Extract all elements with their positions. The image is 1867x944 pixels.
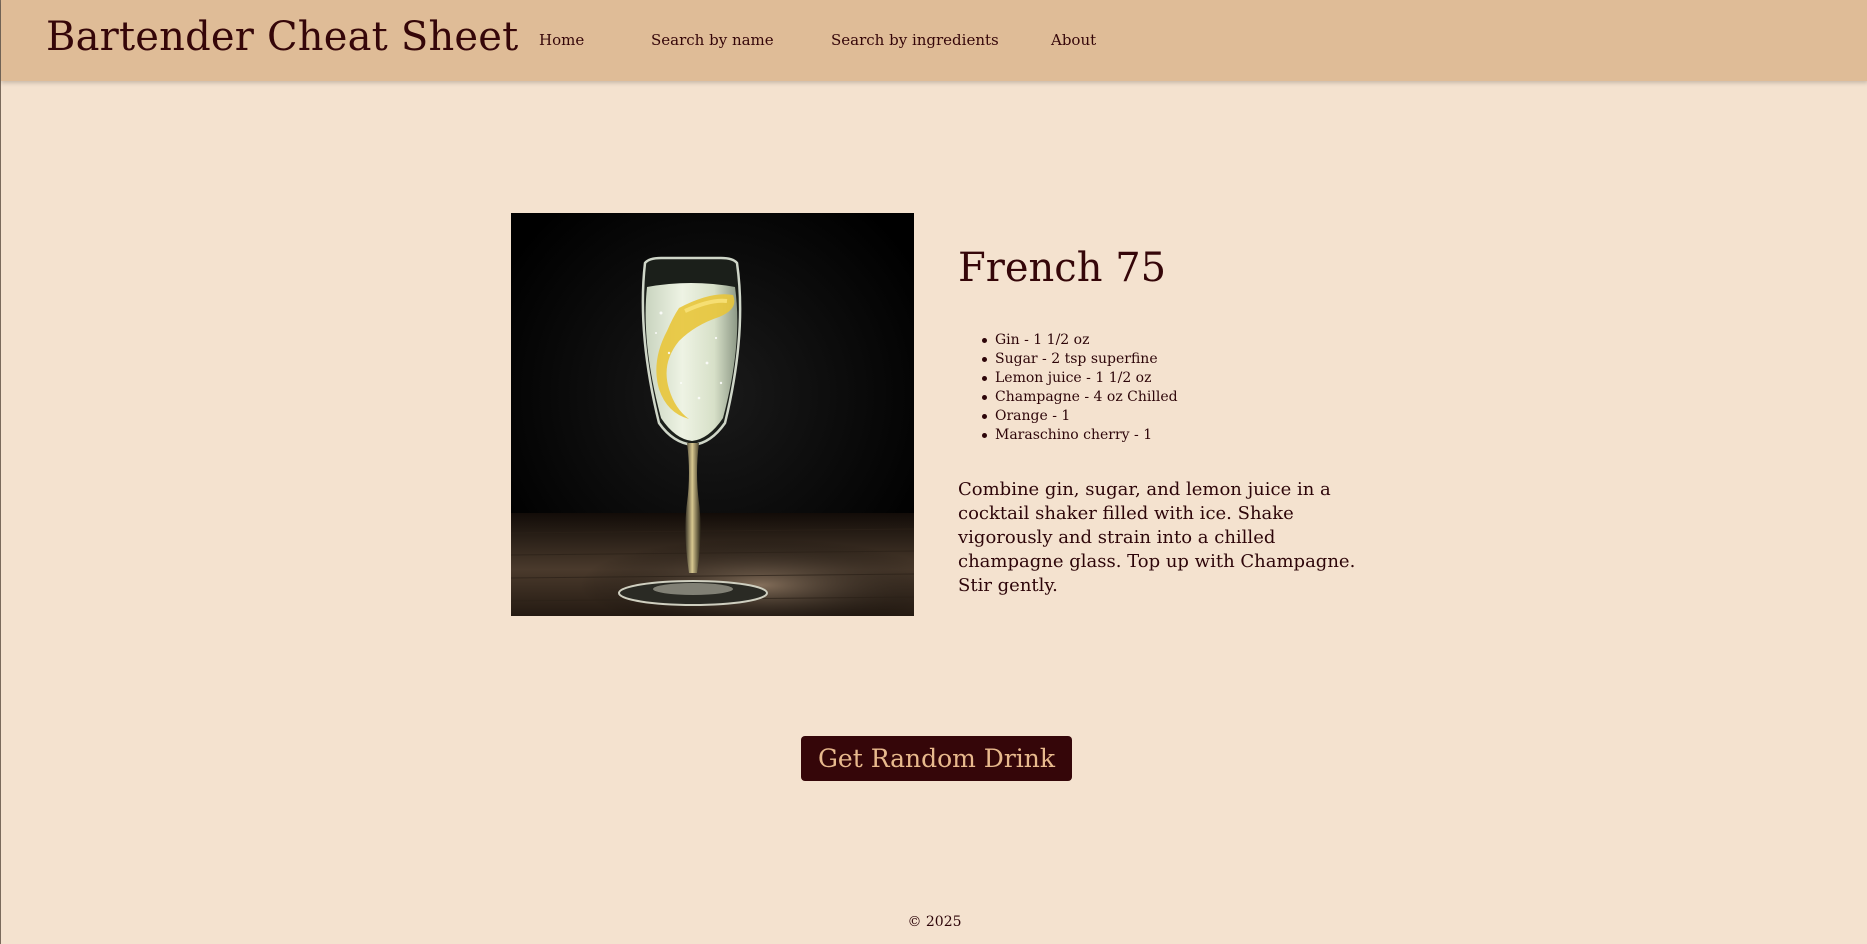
drink-instructions: Combine gin, sugar, and lemon juice in a… (958, 479, 1356, 596)
nav-search-by-ingredients-link[interactable]: Search by ingredients (831, 31, 999, 49)
drink-image (511, 213, 914, 616)
ingredients-list: Gin - 1 1/2 oz Sugar - 2 tsp superfine L… (977, 331, 1178, 445)
drink-name: French 75 (958, 245, 1167, 291)
ingredient-item: Sugar - 2 tsp superfine (977, 350, 1178, 369)
nav-about-link[interactable]: About (1051, 31, 1096, 49)
nav-home-link[interactable]: Home (539, 31, 584, 49)
nav-search-by-name-link[interactable]: Search by name (651, 31, 774, 49)
ingredient-item: Orange - 1 (977, 407, 1178, 426)
ingredient-item: Maraschino cherry - 1 (977, 426, 1178, 445)
footer-copyright: © 2025 (907, 914, 962, 930)
ingredient-item: Lemon juice - 1 1/2 oz (977, 369, 1178, 388)
navbar: Bartender Cheat Sheet Home Search by nam… (1, 0, 1867, 81)
ingredient-item: Champagne - 4 oz Chilled (977, 388, 1178, 407)
get-random-drink-button[interactable]: Get Random Drink (801, 736, 1072, 781)
champagne-glass-photo-icon (511, 213, 914, 616)
site-title[interactable]: Bartender Cheat Sheet (46, 14, 518, 60)
ingredient-item: Gin - 1 1/2 oz (977, 331, 1178, 350)
